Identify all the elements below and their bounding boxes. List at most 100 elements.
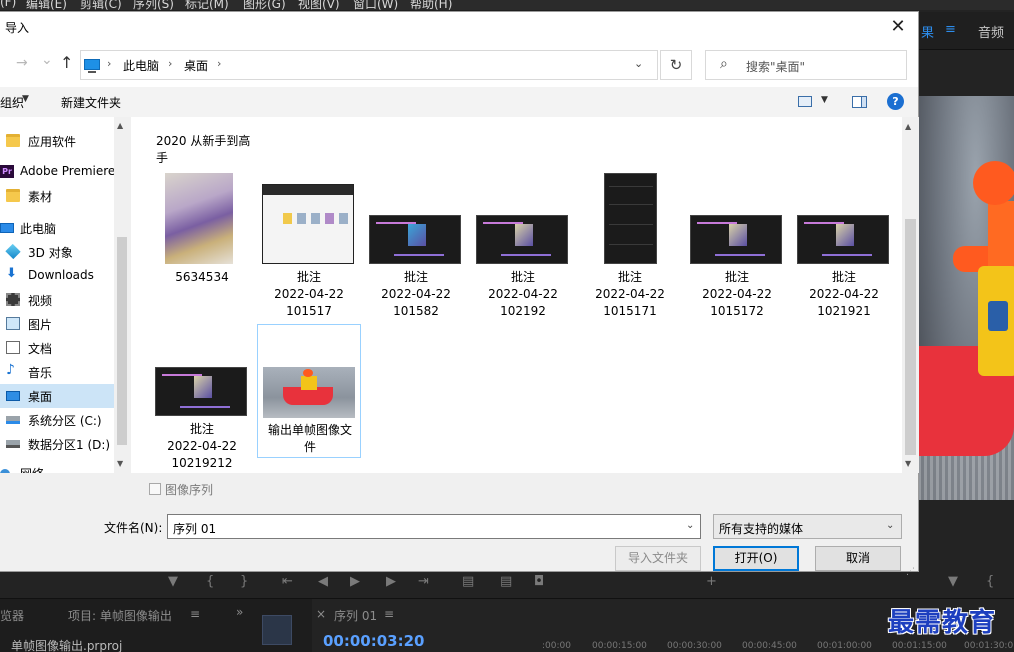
step-forward-icon[interactable]: ▶ xyxy=(386,574,396,589)
chevron-down-icon[interactable]: ⌄ xyxy=(686,520,694,531)
scroll-up-arrow-icon[interactable]: ▲ xyxy=(905,122,911,131)
scrollbar-thumb[interactable] xyxy=(905,219,916,455)
sidebar-item[interactable]: 桌面 xyxy=(0,384,114,408)
new-folder-button[interactable]: 新建文件夹 xyxy=(61,94,121,111)
filename-input[interactable]: 序列 01 ⌄ xyxy=(167,514,701,539)
image-sequence-checkbox[interactable] xyxy=(149,483,161,495)
recent-locations-chevron-icon[interactable]: ⌄ xyxy=(41,52,53,68)
file-item[interactable]: 批注 2022-04-22 1015171 xyxy=(578,173,682,323)
menu-view[interactable]: 视图(V) xyxy=(298,0,340,10)
help-icon[interactable]: ? xyxy=(887,93,904,110)
selection-tool-button[interactable] xyxy=(262,615,292,645)
sidebar-item[interactable]: 应用软件 xyxy=(0,129,114,153)
panel-menu-icon[interactable]: ≡ xyxy=(945,22,956,37)
in-point-icon-right[interactable]: { xyxy=(986,574,994,589)
time-ruler[interactable]: :00:00 00:00:15:00 00:00:30:00 00:00:45:… xyxy=(520,641,1014,652)
sequence-close-icon[interactable]: × xyxy=(316,607,326,621)
menu-help[interactable]: 帮助(H) xyxy=(410,0,452,10)
change-view-icon[interactable] xyxy=(798,96,812,107)
cancel-button[interactable]: 取消 xyxy=(815,546,901,571)
sidebar-item[interactable]: 3D 对象 xyxy=(0,240,114,264)
caret-down-icon[interactable]: ▼ xyxy=(22,94,29,104)
sidebar-item[interactable]: Pr Adobe Premiere xyxy=(0,160,115,184)
dialog-titlebar[interactable]: 导入 ✕ xyxy=(0,12,918,43)
navigation-pane-scrollbar[interactable]: ▲ ▼ xyxy=(114,117,130,473)
menu-edit[interactable]: 编辑(E) xyxy=(26,0,67,10)
breadcrumb-desktop[interactable]: 桌面 xyxy=(184,57,208,74)
sidebar-item[interactable]: ⬇ Downloads xyxy=(0,264,114,288)
scroll-down-arrow-icon[interactable]: ▼ xyxy=(905,459,911,468)
breadcrumb-separator-icon[interactable]: › xyxy=(107,57,111,70)
scroll-down-arrow-icon[interactable]: ▼ xyxy=(117,459,123,468)
in-point-icon[interactable]: { xyxy=(206,574,214,589)
file-item[interactable]: 5634534 xyxy=(150,173,254,323)
chevron-down-icon[interactable]: ⌄ xyxy=(634,57,643,70)
menu-file[interactable]: (F) xyxy=(0,0,16,9)
refresh-icon[interactable]: ↻ xyxy=(660,50,692,80)
search-input[interactable]: ⌕ 搜索"桌面" xyxy=(705,50,907,80)
extract-icon[interactable]: ▤ xyxy=(500,574,512,589)
sequence-tab[interactable]: 序列 01 xyxy=(334,607,377,624)
file-list-scrollbar[interactable]: ▲ ▼ xyxy=(902,117,919,473)
lift-icon[interactable]: ▤ xyxy=(462,574,474,589)
sidebar-item[interactable]: 图片 xyxy=(0,312,114,336)
playhead-timecode[interactable]: 00:00:03:20 xyxy=(323,632,425,650)
file-item[interactable]: 批注 2022-04-22 10219212 xyxy=(150,325,254,473)
menu-sequence[interactable]: 序列(S) xyxy=(133,0,174,10)
organize-menu-button[interactable]: 组织 xyxy=(0,94,24,111)
sidebar-item[interactable]: 素材 xyxy=(0,184,114,208)
project-panel-tab[interactable]: 项目: 单帧图像输出 xyxy=(68,607,172,624)
media-browser-tab[interactable]: 览器 xyxy=(0,607,24,624)
sidebar-item[interactable]: 视频 xyxy=(0,288,114,312)
breadcrumb-this-pc[interactable]: 此电脑 xyxy=(123,57,159,74)
forward-arrow-icon[interactable]: → xyxy=(16,55,28,71)
export-frame-icon[interactable]: ◘ xyxy=(534,574,544,589)
chevron-down-icon[interactable]: ⌄ xyxy=(886,520,894,531)
import-folder-button[interactable]: 导入文件夹 xyxy=(615,546,701,571)
file-item[interactable]: 批注 2022-04-22 101517 xyxy=(257,173,361,323)
marker-icon-right[interactable]: ▼ xyxy=(948,574,958,589)
tab-audio[interactable]: 音频 xyxy=(978,22,1004,41)
go-to-in-icon[interactable]: ⇤ xyxy=(282,574,293,589)
file-name: 5634534 xyxy=(175,270,229,284)
tab-effects[interactable]: 果 xyxy=(921,22,934,41)
sidebar-item[interactable]: 文档 xyxy=(0,336,114,360)
file-item[interactable]: 批注 2022-04-22 1015172 xyxy=(685,173,789,323)
step-back-icon[interactable]: ◀ xyxy=(318,574,328,589)
preview-pane-icon[interactable] xyxy=(852,96,867,108)
add-button-icon[interactable]: + xyxy=(706,574,717,589)
marker-icon[interactable]: ▼ xyxy=(168,574,178,589)
breadcrumb-separator-icon[interactable]: › xyxy=(217,57,221,70)
sequence-tab-menu-icon[interactable]: ≡ xyxy=(384,607,394,621)
sidebar-item[interactable]: 系统分区 (C:) xyxy=(0,408,114,432)
play-icon[interactable]: ▶ xyxy=(350,574,360,589)
filename-value: 序列 01 xyxy=(173,522,217,536)
address-bar[interactable]: › 此电脑 › 桌面 › ⌄ xyxy=(80,50,658,80)
menu-marker[interactable]: 标记(M) xyxy=(185,0,229,10)
scroll-up-arrow-icon[interactable]: ▲ xyxy=(117,121,123,130)
out-point-icon[interactable]: } xyxy=(240,574,248,589)
up-arrow-icon[interactable]: ↑ xyxy=(60,53,73,72)
menu-clip[interactable]: 剪辑(C) xyxy=(80,0,122,10)
sidebar-item[interactable]: 数据分区1 (D:) xyxy=(0,432,114,456)
file-type-select[interactable]: 所有支持的媒体 ⌄ xyxy=(713,514,902,539)
file-item[interactable]: 批注 2022-04-22 101582 xyxy=(364,173,468,323)
file-item[interactable]: 2020 从新手到高 手 xyxy=(151,131,255,167)
menu-window[interactable]: 窗口(W) xyxy=(353,0,398,10)
view-options-caret-icon[interactable]: ▼ xyxy=(821,95,828,105)
breadcrumb-separator-icon[interactable]: › xyxy=(168,57,172,70)
resize-grip-icon[interactable]: ⋰ xyxy=(906,567,915,577)
close-icon[interactable]: ✕ xyxy=(884,16,912,40)
file-item[interactable]: 批注 2022-04-22 1021921 xyxy=(792,173,896,323)
sidebar-item[interactable]: 此电脑 xyxy=(0,216,114,240)
panel-expand-icon[interactable]: » xyxy=(236,605,243,619)
file-item[interactable]: 输出单帧图像文 件 xyxy=(257,324,361,458)
sidebar-item[interactable]: ♪ 音乐 xyxy=(0,360,114,384)
project-panel-menu-icon[interactable]: ≡ xyxy=(190,607,200,621)
menu-graphics[interactable]: 图形(G) xyxy=(243,0,286,10)
go-to-out-icon[interactable]: ⇥ xyxy=(418,574,429,589)
open-button[interactable]: 打开(O) xyxy=(713,546,799,571)
sidebar-item[interactable]: 网络 xyxy=(0,461,114,473)
scrollbar-thumb[interactable] xyxy=(117,237,127,445)
file-item[interactable]: 批注 2022-04-22 102192 xyxy=(471,173,575,323)
